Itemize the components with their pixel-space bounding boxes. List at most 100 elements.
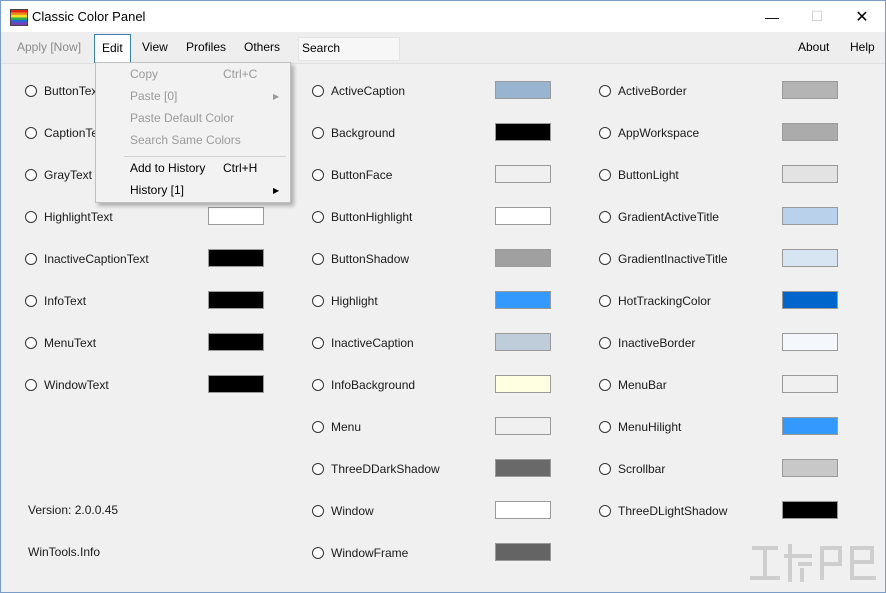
- color-swatch[interactable]: [208, 207, 264, 225]
- radio-button[interactable]: [312, 169, 324, 181]
- copy-shortcut: Ctrl+C: [223, 67, 258, 81]
- radio-button[interactable]: [312, 295, 324, 307]
- color-label: GrayText: [44, 168, 93, 182]
- radio-button[interactable]: [312, 463, 324, 475]
- color-label: MenuText: [44, 336, 97, 350]
- color-swatch[interactable]: [495, 249, 551, 267]
- color-swatch[interactable]: [782, 81, 838, 99]
- minimize-button[interactable]: —: [749, 1, 795, 32]
- color-label: InactiveCaption: [331, 336, 414, 350]
- radio-button[interactable]: [312, 505, 324, 517]
- radio-button[interactable]: [25, 127, 37, 139]
- radio-button[interactable]: [312, 421, 324, 433]
- color-swatch[interactable]: [782, 333, 838, 351]
- color-label: GradientActiveTitle: [618, 210, 719, 224]
- color-label: Scrollbar: [618, 462, 666, 476]
- color-label: ButtonHighlight: [331, 210, 413, 224]
- radio-button[interactable]: [25, 253, 37, 265]
- radio-button[interactable]: [25, 85, 37, 97]
- radio-button[interactable]: [599, 253, 611, 265]
- color-swatch[interactable]: [782, 501, 838, 519]
- color-label: InactiveBorder: [618, 336, 696, 350]
- menu-help[interactable]: Help: [843, 32, 882, 63]
- radio-button[interactable]: [312, 379, 324, 391]
- site-link[interactable]: WinTools.Info: [28, 545, 100, 559]
- color-swatch[interactable]: [782, 165, 838, 183]
- menu-item-history[interactable]: History [1]: [130, 179, 184, 201]
- color-swatch[interactable]: [208, 333, 264, 351]
- maximize-button[interactable]: ☐: [794, 1, 840, 32]
- color-swatch[interactable]: [495, 81, 551, 99]
- radio-button[interactable]: [599, 463, 611, 475]
- radio-button[interactable]: [25, 379, 37, 391]
- menu-item-paste-default-color[interactable]: Paste Default Color: [130, 107, 234, 129]
- radio-button[interactable]: [25, 169, 37, 181]
- radio-button[interactable]: [312, 547, 324, 559]
- radio-button[interactable]: [599, 421, 611, 433]
- color-swatch[interactable]: [495, 291, 551, 309]
- menu-item-copy[interactable]: Copy: [130, 63, 158, 85]
- color-swatch[interactable]: [495, 207, 551, 225]
- color-swatch[interactable]: [782, 417, 838, 435]
- color-swatch[interactable]: [208, 291, 264, 309]
- search-input[interactable]: [299, 38, 396, 58]
- submenu-arrow-icon: ▶: [273, 186, 280, 195]
- radio-button[interactable]: [312, 85, 324, 97]
- color-swatch[interactable]: [208, 375, 264, 393]
- color-swatch[interactable]: [782, 207, 838, 225]
- menu-about[interactable]: About: [791, 32, 836, 63]
- radio-button[interactable]: [25, 337, 37, 349]
- radio-button[interactable]: [312, 127, 324, 139]
- color-swatch[interactable]: [495, 123, 551, 141]
- color-swatch[interactable]: [495, 417, 551, 435]
- radio-button[interactable]: [599, 295, 611, 307]
- menu-edit[interactable]: Edit: [94, 34, 131, 63]
- menu-item-paste[interactable]: Paste [0]: [130, 85, 177, 107]
- color-swatch[interactable]: [495, 459, 551, 477]
- color-swatch[interactable]: [495, 375, 551, 393]
- color-label: HotTrackingColor: [618, 294, 711, 308]
- radio-button[interactable]: [25, 211, 37, 223]
- radio-button[interactable]: [312, 253, 324, 265]
- color-label: MenuHilight: [618, 420, 682, 434]
- color-label: HighlightText: [44, 210, 113, 224]
- menu-item-add-to-history[interactable]: Add to History: [130, 157, 205, 179]
- radio-button[interactable]: [312, 211, 324, 223]
- color-label: ThreeDLightShadow: [618, 504, 728, 518]
- color-label: ButtonShadow: [331, 252, 410, 266]
- title-bar: Classic Color Panel — ☐ ✕: [1, 1, 885, 32]
- color-swatch[interactable]: [782, 459, 838, 477]
- radio-button[interactable]: [599, 337, 611, 349]
- menu-item-search-same-colors[interactable]: Search Same Colors: [130, 129, 241, 151]
- radio-button[interactable]: [599, 211, 611, 223]
- color-label: MenuBar: [618, 378, 667, 392]
- radio-button[interactable]: [599, 169, 611, 181]
- radio-button[interactable]: [25, 295, 37, 307]
- color-swatch[interactable]: [495, 165, 551, 183]
- radio-button[interactable]: [599, 379, 611, 391]
- color-swatch[interactable]: [782, 249, 838, 267]
- color-swatch[interactable]: [208, 249, 264, 267]
- maximize-icon: ☐: [810, 8, 824, 24]
- color-swatch[interactable]: [782, 375, 838, 393]
- rainbow-app-icon: [10, 9, 28, 26]
- menu-icon-stripe: [96, 63, 120, 202]
- menu-view[interactable]: View: [135, 32, 175, 63]
- color-swatch[interactable]: [782, 291, 838, 309]
- color-swatch[interactable]: [495, 501, 551, 519]
- radio-button[interactable]: [599, 85, 611, 97]
- radio-button[interactable]: [312, 337, 324, 349]
- menu-apply-now[interactable]: Apply [Now]: [10, 32, 88, 63]
- menu-others[interactable]: Others: [237, 32, 287, 63]
- color-swatch[interactable]: [495, 333, 551, 351]
- color-swatch[interactable]: [495, 543, 551, 561]
- app-window: Classic Color Panel — ☐ ✕ Apply [Now] Ed…: [0, 0, 886, 593]
- menu-profiles[interactable]: Profiles: [179, 32, 233, 63]
- watermark-logo: [750, 544, 876, 582]
- color-swatch[interactable]: [782, 123, 838, 141]
- close-button[interactable]: ✕: [839, 1, 885, 32]
- radio-button[interactable]: [599, 505, 611, 517]
- radio-button[interactable]: [599, 127, 611, 139]
- add-history-shortcut: Ctrl+H: [223, 161, 258, 175]
- color-label: AppWorkspace: [618, 126, 700, 140]
